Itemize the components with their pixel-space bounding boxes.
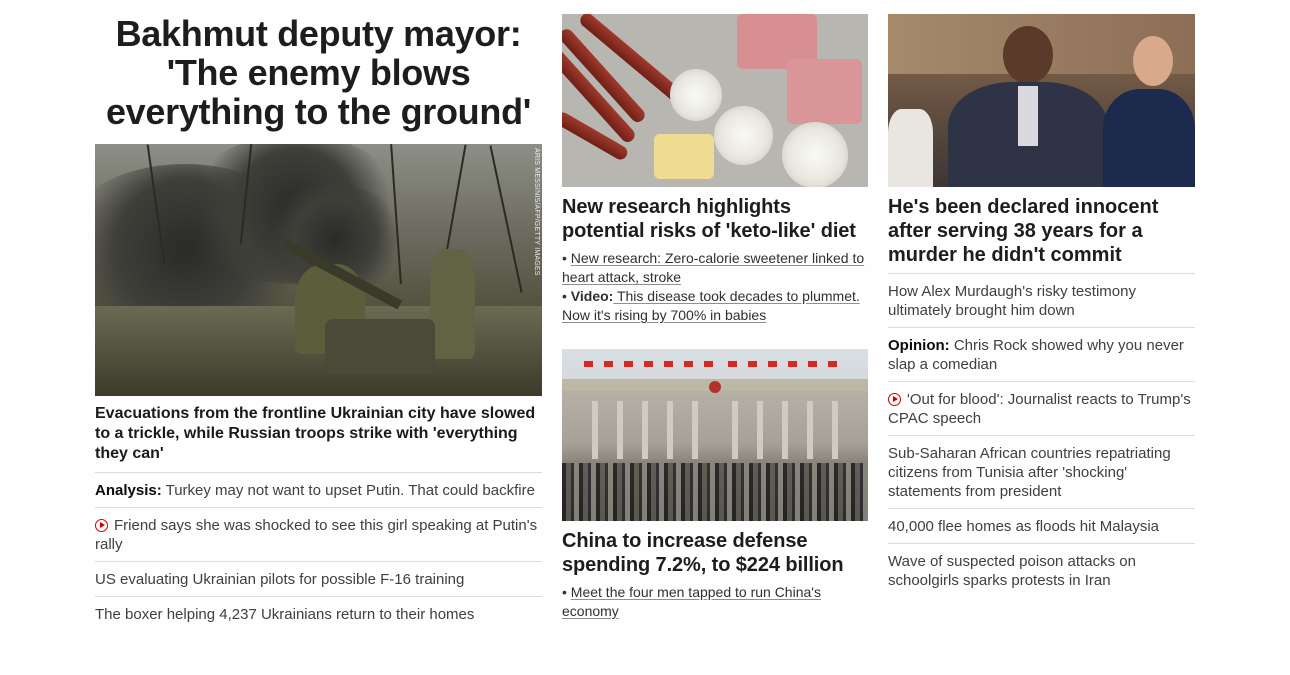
china-image[interactable] [562,349,868,521]
related-link[interactable]: Sub-Saharan African countries repatriati… [888,436,1195,509]
related-link[interactable]: Opinion: Chris Rock showed why you never… [888,328,1195,382]
related-links-list: How Alex Murdaugh's risky testimony ulti… [888,273,1195,597]
play-circle-icon [95,519,108,532]
middle-column: New research highlights potential risks … [562,14,868,621]
national-emblem [709,381,721,393]
related-link[interactable]: 'Out for blood': Journalist reacts to Tr… [888,382,1195,436]
keto-image[interactable] [562,14,868,187]
courtroom-image[interactable] [888,14,1195,187]
cream-bowl [670,69,722,121]
related-link[interactable]: 40,000 flee homes as floods hit Malaysia [888,509,1195,544]
lead-caption[interactable]: Evacuations from the frontline Ukrainian… [95,404,542,464]
related-link[interactable]: Analysis: Turkey may not want to upset P… [95,473,542,508]
related-link[interactable]: Wave of suspected poison attacks on scho… [888,544,1195,597]
lead-headline[interactable]: Bakhmut deputy mayor: 'The enemy blows e… [95,14,542,131]
shirt [1018,86,1038,146]
bullet-link[interactable]: • Video: This disease took decades to pl… [562,287,868,325]
keto-headline[interactable]: New research highlights potential risks … [562,195,868,243]
related-link[interactable]: The boxer helping 4,237 Ukrainians retur… [95,597,542,631]
image-credit: ARIS MESSINIS/AFP/GETTY IMAGES [533,148,540,276]
soldier [430,249,475,359]
related-link[interactable]: US evaluating Ukrainian pilots for possi… [95,562,542,597]
cream-bowl [714,106,773,165]
bullet-link[interactable]: • New research: Zero-calorie sweetener l… [562,249,868,287]
woman-dress [1103,89,1195,187]
china-headline[interactable]: China to increase defense spending 7.2%,… [562,529,868,577]
artillery-gun [325,319,435,374]
china-bullets: • Meet the four men tapped to run China'… [562,583,868,621]
play-circle-icon [888,393,901,406]
woman-head [1133,36,1173,86]
related-links-list: Analysis: Turkey may not want to upset P… [95,472,542,631]
right-column: He's been declared innocent after servin… [888,14,1195,597]
man-head [1003,26,1053,84]
crowd [562,463,868,521]
lead-image[interactable]: ARIS MESSINIS/AFP/GETTY IMAGES [95,144,542,396]
butter [654,134,714,179]
keto-bullets: • New research: Zero-calorie sweetener l… [562,249,868,325]
lead-story-column: Bakhmut deputy mayor: 'The enemy blows e… [95,14,542,631]
related-link[interactable]: How Alex Murdaugh's risky testimony ulti… [888,274,1195,328]
bullet-link[interactable]: • Meet the four men tapped to run China'… [562,583,868,621]
innocent-headline[interactable]: He's been declared innocent after servin… [888,195,1195,267]
raw-meat [787,59,862,124]
related-link[interactable]: Friend says she was shocked to see this … [95,508,542,562]
milk-jug [782,122,848,187]
person-left [888,109,933,187]
